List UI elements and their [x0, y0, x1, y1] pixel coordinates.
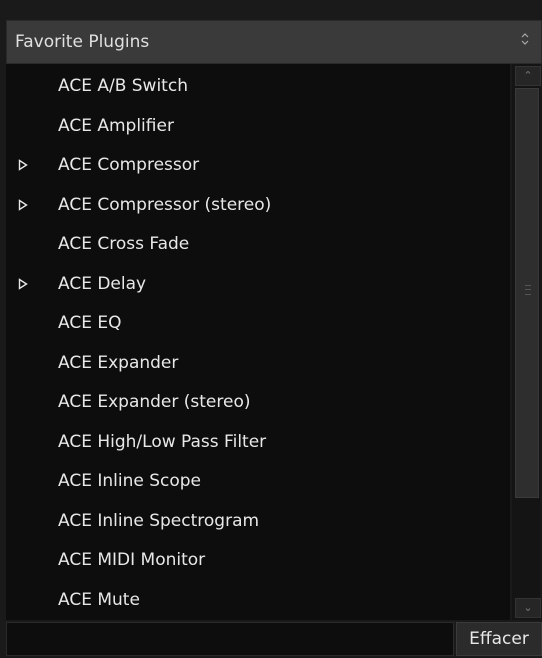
plugin-name-label: ACE Inline Scope [58, 471, 202, 491]
plugin-list-scrollbar[interactable]: ⌃ ⌄ [510, 64, 542, 620]
plugin-selector-bar: Favorite Plugins [0, 0, 542, 64]
plugin-name-label: ACE High/Low Pass Filter [58, 431, 267, 452]
expand-triangle-icon[interactable] [18, 266, 34, 303]
plugin-name-label: ACE Inline Spectrogram [58, 510, 260, 531]
scroll-down-arrow-icon[interactable]: ⌄ [515, 598, 541, 618]
plugin-name-label: ACE MIDI Monitor [58, 550, 206, 570]
expand-triangle-icon[interactable] [18, 147, 34, 184]
plugin-name-label: ACE Delay [58, 273, 147, 294]
plugin-name-label: ACE Amplifier [58, 115, 174, 136]
plugin-list-item[interactable]: ACE MIDI Monitor [6, 542, 510, 579]
plugin-list-item[interactable]: ACE Compressor [6, 147, 510, 184]
plugin-list-item[interactable]: ACE High/Low Pass Filter [6, 424, 510, 461]
plugin-list-item[interactable]: ACE A/B Switch [6, 68, 510, 105]
plugin-filter-input[interactable] [6, 622, 454, 656]
plugin-list-item[interactable]: ACE Amplifier [6, 108, 510, 145]
plugin-list-item[interactable]: ACE Mute [6, 582, 510, 619]
plugin-list-item[interactable]: ACE Expander [6, 345, 510, 382]
scrollbar-thumb[interactable] [515, 88, 539, 498]
plugin-list-item[interactable]: ACE Expander (stereo) [6, 384, 510, 421]
plugin-list-item[interactable]: ACE Compressor (stereo) [6, 187, 510, 224]
plugin-list-item[interactable]: ACE Delay [6, 266, 510, 303]
dropdown-selected-value: Favorite Plugins [15, 32, 150, 52]
plugin-name-label: ACE Mute [58, 589, 140, 610]
plugin-name-label: ACE EQ [58, 313, 122, 333]
scrollbar-track[interactable]: ⌃ ⌄ [512, 64, 541, 620]
plugin-name-label: ACE Compressor [58, 155, 200, 175]
plugin-name-label: ACE Expander [58, 352, 179, 373]
plugin-list-item[interactable]: ACE Cross Fade [6, 226, 510, 263]
scroll-up-arrow-icon[interactable]: ⌃ [515, 66, 541, 86]
grip-icon [525, 285, 531, 295]
expand-triangle-icon[interactable] [18, 187, 34, 224]
plugin-list-item[interactable]: ACE Inline Scope [6, 463, 510, 500]
plugin-list-item[interactable]: ACE EQ [6, 305, 510, 342]
plugin-list-item[interactable]: ACE Inline Spectrogram [6, 503, 510, 540]
plugin-category-dropdown[interactable]: Favorite Plugins [6, 20, 542, 64]
clear-filter-button[interactable]: Effacer [456, 622, 542, 656]
plugin-list: ACE A/B Switch ACE Amplifier ACE Compresso… [6, 64, 510, 620]
plugin-name-label: ACE A/B Switch [58, 76, 188, 96]
updown-arrows-icon[interactable] [515, 28, 535, 56]
plugin-name-label: ACE Cross Fade [58, 234, 190, 254]
plugin-name-label: ACE Expander (stereo) [58, 392, 251, 412]
plugin-name-label: ACE Compressor (stereo) [58, 194, 272, 215]
filter-bar: Effacer [0, 620, 542, 658]
